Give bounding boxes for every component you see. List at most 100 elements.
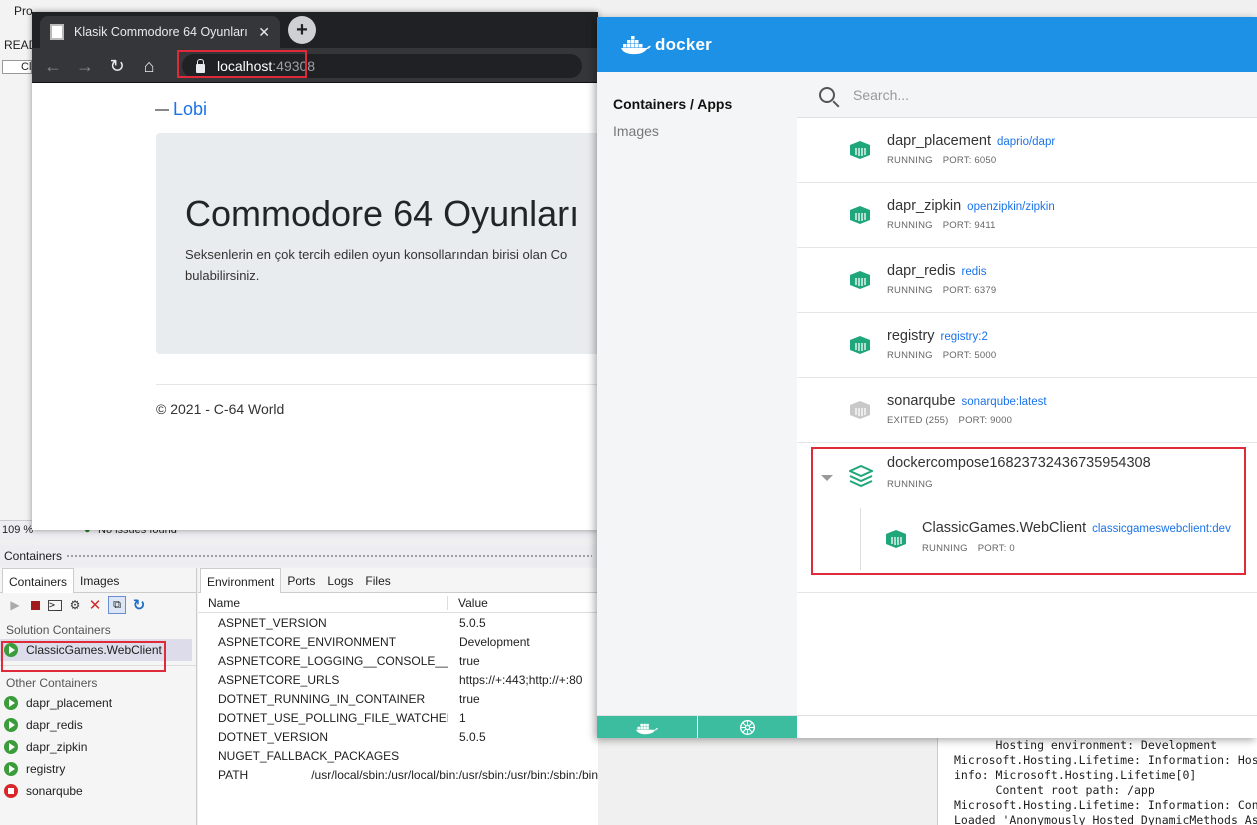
compose-highlight-box xyxy=(811,447,1246,575)
lead-line-2: bulabilirsiniz. xyxy=(185,268,260,283)
container-name: registry xyxy=(887,328,935,344)
docker-container-item[interactable]: dapr_placement daprio/dapr RUNNING PORT: 60… xyxy=(797,118,1257,183)
container-running-icon xyxy=(850,271,870,289)
env-name: ASPNET_VERSION xyxy=(218,615,327,630)
env-value-header[interactable]: Value xyxy=(448,596,488,610)
lobi-link[interactable]: Lobi xyxy=(173,99,207,119)
menu-fragment: Pro xyxy=(14,4,33,18)
env-row[interactable]: ASPNETCORE_URLS https://+:443;http://+:80 xyxy=(198,670,598,689)
tab-logs[interactable]: Logs xyxy=(321,568,359,593)
container-details-pane: Environment Ports Logs Files Name Value … xyxy=(198,568,598,825)
container-status-line: EXITED (255) PORT: 9000 xyxy=(887,415,1012,426)
kubernetes-wheel-icon xyxy=(740,720,755,735)
running-status-icon xyxy=(4,696,18,710)
env-row[interactable]: DOTNET_RUNNING_IN_CONTAINER true xyxy=(198,689,598,708)
container-image-link[interactable]: daprio/dapr xyxy=(997,136,1055,148)
containers-tree-pane: Containers Images ▶ >_ ⚙ ✕ ⧉ ↻ Solution … xyxy=(0,568,197,825)
docker-bottom-bar xyxy=(597,715,1257,738)
other-container-item[interactable]: dapr_placement xyxy=(0,692,196,714)
env-name: ASPNETCORE_ENVIRONMENT xyxy=(218,634,397,649)
running-status-icon xyxy=(4,718,18,732)
terminal-icon[interactable]: >_ xyxy=(48,599,62,611)
env-row[interactable]: NUGET_FALLBACK_PACKAGES xyxy=(198,746,598,765)
browser-tab-strip: Klasik Commodore 64 Oyunları - ✕ + xyxy=(32,12,598,48)
container-running-icon xyxy=(850,141,870,159)
kubernetes-status[interactable] xyxy=(698,716,797,738)
nav-containers-apps[interactable]: Containers / Apps xyxy=(597,96,797,112)
copy-files-icon[interactable]: ⧉ xyxy=(108,596,126,614)
tab-ports[interactable]: Ports xyxy=(281,568,321,593)
container-image-link[interactable]: registry:2 xyxy=(941,331,988,343)
back-icon[interactable]: ← xyxy=(42,55,64,77)
env-value: 5.0.5 xyxy=(459,615,486,630)
output-window[interactable]: Hosting environment: Development Microsof… xyxy=(937,738,1257,825)
container-status: RUNNING xyxy=(887,285,933,296)
file-tab-fragment[interactable]: Cl xyxy=(2,60,32,74)
container-image-link[interactable]: redis xyxy=(962,266,987,278)
env-row[interactable]: DOTNET_VERSION 5.0.5 xyxy=(198,727,598,746)
home-icon[interactable]: ⌂ xyxy=(138,55,160,77)
env-name-header[interactable]: Name xyxy=(198,595,448,610)
panel-grip[interactable] xyxy=(66,554,592,559)
env-row[interactable]: ASPNET_VERSION 5.0.5 xyxy=(198,613,598,632)
lead-line-1: Seksenlerin en çok tercih edilen oyun ko… xyxy=(185,247,568,262)
jumbotron: Commodore 64 Oyunları Seksenlerin en çok… xyxy=(156,133,598,354)
browser-window: Klasik Commodore 64 Oyunları - ✕ + ← → ↻… xyxy=(32,12,598,530)
env-row[interactable]: ASPNETCORE_LOGGING__CONSOLE__DISA... true xyxy=(198,651,598,670)
env-row[interactable]: ASPNETCORE_ENVIRONMENT Development xyxy=(198,632,598,651)
containers-panel-title: Containers xyxy=(0,545,600,567)
reload-icon[interactable]: ↻ xyxy=(106,55,128,77)
container-image-link[interactable]: openzipkin/zipkin xyxy=(967,201,1055,213)
left-tabs: Containers Images xyxy=(0,568,196,593)
tab-files[interactable]: Files xyxy=(359,568,396,593)
file-tab-label: Cl xyxy=(21,61,32,73)
docker-header: docker xyxy=(597,17,1257,72)
forward-icon[interactable]: → xyxy=(74,55,96,77)
search-bar[interactable]: Search... xyxy=(797,72,1257,118)
docker-container-item[interactable]: dapr_redis redis RUNNING PORT: 6379 xyxy=(797,248,1257,313)
docker-container-item[interactable]: registry registry:2 RUNNING PORT: 5000 xyxy=(797,313,1257,378)
tab-images[interactable]: Images xyxy=(74,568,125,593)
new-tab-button[interactable]: + xyxy=(288,16,316,44)
page-favicon-icon xyxy=(50,24,64,40)
docker-sidebar: Containers / Apps Images xyxy=(597,72,797,715)
tab-environment[interactable]: Environment xyxy=(200,568,282,593)
docker-container-item[interactable]: sonarqube sonarqube:latest EXITED (255) POR… xyxy=(797,378,1257,443)
refresh-icon[interactable]: ↻ xyxy=(132,597,146,614)
stop-icon[interactable] xyxy=(28,598,42,612)
tab-containers[interactable]: Containers xyxy=(2,568,75,593)
docker-brand: docker xyxy=(655,34,712,54)
tab-title: Klasik Commodore 64 Oyunları - xyxy=(74,25,251,39)
other-container-item[interactable]: dapr_zipkin xyxy=(0,736,196,758)
docker-whale-logo-icon xyxy=(621,35,651,54)
env-row[interactable]: DOTNET_USE_POLLING_FILE_WATCHER 1 xyxy=(198,708,598,727)
env-value: true xyxy=(459,653,480,668)
container-port: PORT: 9000 xyxy=(958,415,1013,426)
docker-container-item[interactable]: dapr_zipkin openzipkin/zipkin RUNNING PORT:… xyxy=(797,183,1257,248)
other-container-item[interactable]: sonarqube xyxy=(0,780,196,802)
output-line: Microsoft.Hosting.Lifetime: Information:… xyxy=(954,798,1257,812)
zoom-level[interactable]: 109 % xyxy=(2,524,33,536)
env-name: ASPNETCORE_LOGGING__CONSOLE__DISA... xyxy=(218,653,448,668)
other-container-item[interactable]: dapr_redis xyxy=(0,714,196,736)
container-port: PORT: 6379 xyxy=(942,285,997,296)
container-name: dapr_zipkin xyxy=(887,198,962,214)
container-image-link[interactable]: sonarqube:latest xyxy=(962,396,1047,408)
settings-icon[interactable]: ⚙ xyxy=(68,598,82,612)
env-row[interactable]: PATH/usr/local/sbin:/usr/local/bin:/usr/… xyxy=(198,765,598,784)
other-container-item[interactable]: registry xyxy=(0,758,196,780)
close-tab-icon[interactable]: ✕ xyxy=(258,24,270,41)
nav-images[interactable]: Images xyxy=(597,123,797,139)
container-status: RUNNING xyxy=(887,155,933,166)
navbar-toggler-icon[interactable] xyxy=(155,109,169,112)
browser-tab[interactable]: Klasik Commodore 64 Oyunları - ✕ xyxy=(40,16,280,48)
container-name: dapr_redis xyxy=(887,263,956,279)
env-name: DOTNET_USE_POLLING_FILE_WATCHER xyxy=(218,710,448,725)
delete-icon[interactable]: ✕ xyxy=(88,597,102,614)
docker-engine-status[interactable] xyxy=(597,716,697,738)
container-name: sonarqube xyxy=(887,393,956,409)
output-line: Microsoft.Hosting.Lifetime: Information:… xyxy=(954,753,1257,767)
env-table-header: Name Value xyxy=(198,593,598,613)
env-value: 5.0.5 xyxy=(459,729,486,744)
start-icon[interactable]: ▶ xyxy=(8,598,22,612)
